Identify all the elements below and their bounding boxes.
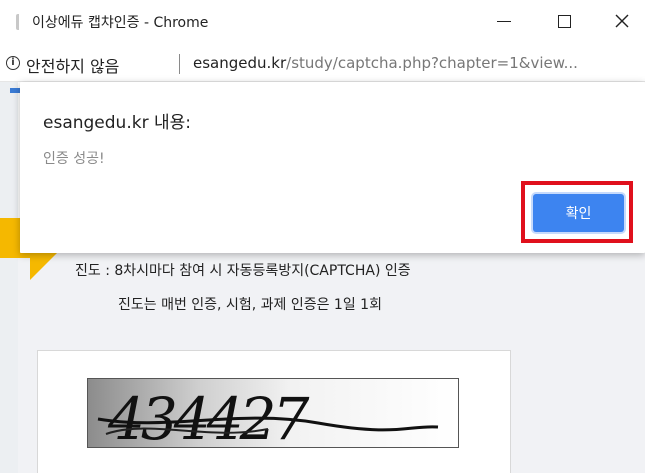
url-text[interactable]: esangedu.kr/study/captcha.php?chapter=1&… (193, 54, 641, 72)
minimize-icon (497, 20, 511, 22)
window-title: 이상에듀 캡챠인증 - Chrome (32, 15, 209, 31)
notice-line-2: 진도는 매번 인증, 시험, 과제 인증은 1일 1회 (118, 297, 382, 313)
captcha-image: 434427 (87, 378, 459, 448)
maximize-button[interactable] (544, 4, 584, 38)
url-path: /study/captcha.php?chapter=1&view... (286, 54, 578, 72)
notice-line-1: 진도 : 8차시마다 참여 시 자동등록방지(CAPTCHA) 인증 (75, 263, 411, 279)
app-icon (16, 14, 24, 30)
address-bar[interactable]: i 안전하지 않음 esangedu.kr/study/captcha.php?… (0, 44, 645, 82)
ok-button[interactable]: 확인 (533, 194, 624, 232)
captcha-text: 434427 (107, 385, 310, 448)
maximize-icon (557, 14, 571, 28)
minimize-button[interactable] (484, 4, 524, 38)
title-bar: 이상에듀 캡챠인증 - Chrome (0, 0, 645, 44)
info-icon[interactable]: i (6, 56, 20, 70)
captcha-box: 434427 (37, 350, 511, 473)
close-icon (615, 14, 629, 28)
dialog-title: esangedu.kr 내용: (43, 113, 191, 133)
close-button[interactable] (602, 4, 642, 38)
address-divider (179, 54, 180, 74)
dialog-message: 인증 성공! (43, 151, 105, 167)
alert-dialog: esangedu.kr 내용: 인증 성공! 확인 (20, 82, 645, 253)
security-label[interactable]: 안전하지 않음 (26, 53, 119, 77)
url-host: esangedu.kr (193, 54, 287, 72)
